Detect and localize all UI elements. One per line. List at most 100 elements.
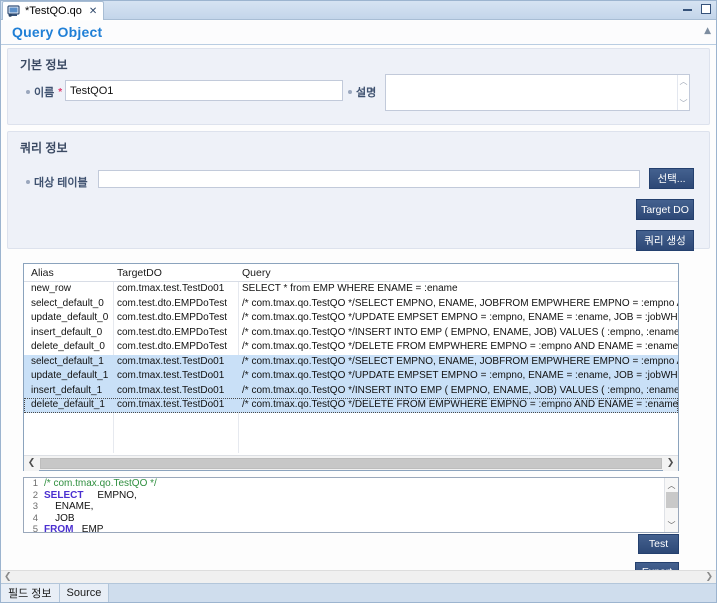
page-title: Query Object [12,24,103,40]
table-horizontal-scrollbar[interactable]: ❮ ❯ [24,455,678,471]
table-row[interactable]: delete_default_0 com.test.dto.EMPDoTest /*… [24,340,678,355]
scroll-right-icon[interactable]: ❯ [705,572,713,582]
table-row[interactable]: insert_default_1 com.tmax.test.TestDo01 /*… [24,383,678,398]
name-input[interactable] [65,80,343,101]
scroll-left-icon[interactable]: ❮ [4,572,12,582]
cell-query: /* com.tmax.qo.TestQO */SELECT EMPNO, EN… [242,355,678,367]
test-button[interactable]: Test [638,534,679,554]
table-row[interactable]: select_default_0 com.test.dto.EMPDoTest /*… [24,297,678,312]
cell-targetdo: com.test.dto.EMPDoTest [117,297,228,309]
table-row[interactable]: delete_default_1 com.tmax.test.TestDo01 /*… [24,398,678,413]
sql-vertical-scrollbar[interactable]: ︿ ﹀ [664,478,678,532]
cell-alias: select_default_0 [31,297,104,309]
query-list-table[interactable]: Alias TargetDO Query new_row com.tmax.tes… [23,263,679,471]
bottom-tab-field-info[interactable]: 필드 정보 [1,584,60,602]
cell-query: /* com.tmax.qo.TestQO */DELETE FROM EMPW… [242,341,678,352]
sql-text: EMPNO, [83,489,137,501]
sql-code[interactable]: /* com.tmax.qo.TestQO */ [44,478,157,489]
table-row[interactable]: update_default_0 com.test.dto.EMPDoTest /*… [24,311,678,326]
sql-comment: /* com.tmax.qo.TestQO */ [44,478,157,489]
description-textarea-wrap: ︿ ﹀ [385,74,690,111]
scroll-up-icon[interactable]: ︿ [680,76,688,87]
cell-targetdo: com.tmax.test.TestDo01 [117,370,225,381]
sql-code[interactable]: ENAME, [44,501,93,512]
sql-code[interactable]: FROM EMP [44,524,104,533]
table-row[interactable]: update_default_1 com.tmax.test.TestDo01 /*… [24,369,678,384]
cell-targetdo: com.tmax.test.TestDo01 [117,283,225,294]
bottom-tab-source[interactable]: Source [59,584,110,602]
cell-query: /* com.tmax.qo.TestQO */DELETE FROM EMPW… [242,399,678,410]
sql-line: 5 FROM EMP [24,524,678,533]
sql-lines: 1/* com.tmax.qo.TestQO */2 SELECT EMPNO, 3… [24,478,678,533]
editor-tab-close-icon[interactable]: ✕ [89,6,97,17]
table-row[interactable]: new_row com.tmax.test.TestDo01 SELECT * fr… [24,282,678,297]
query-info-title: 쿼리 정보 [20,141,68,155]
minimize-icon[interactable] [683,8,692,11]
scroll-thumb[interactable] [665,492,678,508]
target-table-field-label: 대상 테이블 [26,174,88,190]
cell-targetdo: com.tmax.test.TestDo01 [117,399,225,410]
sql-line: 3 ENAME, [24,501,678,513]
cell-alias: insert_default_0 [31,326,103,338]
cell-alias: delete_default_0 [31,341,105,352]
generate-query-button[interactable]: 쿼리 생성 [636,230,694,251]
description-scrollbar[interactable]: ︿ ﹀ [677,75,689,110]
sql-line: 4 JOB [24,513,678,525]
table-row[interactable]: select_default_1 com.tmax.test.TestDo01 /*… [24,354,678,369]
sql-code[interactable]: JOB [44,512,75,524]
editor-tab-label: *TestQO.qo [25,5,82,17]
sql-text: EMP [73,524,104,533]
scroll-left-icon[interactable]: ❮ [24,455,39,471]
sql-preview-editor[interactable]: 1/* com.tmax.qo.TestQO */2 SELECT EMPNO, 3… [23,477,679,533]
editor-tab-testqo[interactable]: *TestQO.qo ✕ [2,1,105,20]
sql-line: 2 SELECT EMPNO, [24,490,678,502]
sql-keyword: SELECT [44,489,84,501]
form-header: Query Object ▲ [1,21,716,45]
page-horizontal-scrollbar[interactable]: ❮ ❯ [1,570,716,583]
sql-text: JOB [44,512,75,524]
select-table-button[interactable]: 선택... [649,168,694,189]
basic-info-section: 기본 정보 이름 * 설명 ︿ ﹀ [7,48,710,125]
line-number: 4 [32,512,38,524]
bullet-icon [26,90,30,94]
bottom-tab-bar: 필드 정보 Source [1,583,716,602]
name-label-text: 이름 [34,87,55,99]
scroll-up-icon[interactable]: ︿ [665,478,679,492]
chevron-up-icon[interactable]: ▲ [704,26,711,36]
line-number: 2 [32,489,38,501]
cell-targetdo: com.tmax.test.TestDo01 [117,355,225,367]
window-controls [683,4,711,14]
cell-query: /* com.tmax.qo.TestQO */SELECT EMPNO, EN… [242,297,678,309]
scroll-right-icon[interactable]: ❯ [663,455,678,471]
scroll-thumb[interactable] [40,457,662,469]
query-info-section: 쿼리 정보 대상 테이블 선택... Target DO 쿼리 생성 [7,131,710,251]
sql-code[interactable]: SELECT EMPNO, [44,490,137,501]
column-header-alias[interactable]: Alias [31,267,54,279]
cell-alias: insert_default_1 [31,384,103,396]
cell-alias: delete_default_1 [31,399,105,410]
table-body: new_row com.tmax.test.TestDo01 SELECT * fr… [24,282,678,413]
target-table-label-text: 대상 테이블 [34,177,88,189]
query-object-editor-window: *TestQO.qo ✕ Query Object ▲ 기본 정보 이름 * 설… [0,0,717,603]
column-header-targetdo[interactable]: TargetDO [117,267,162,279]
table-row[interactable]: insert_default_0 com.test.dto.EMPDoTest /*… [24,326,678,341]
bullet-icon [26,180,30,184]
column-header-query[interactable]: Query [242,267,271,279]
editor-tab-strip: *TestQO.qo ✕ [1,1,716,20]
target-table-input[interactable] [98,170,640,188]
query-object-file-icon [7,4,21,18]
line-number: 5 [32,524,38,533]
scroll-down-icon[interactable]: ﹀ [680,98,688,109]
cell-query: /* com.tmax.qo.TestQO */INSERT INTO EMP … [242,326,678,338]
table-header-row: Alias TargetDO Query [24,264,678,282]
target-do-button[interactable]: Target DO [636,199,694,220]
sql-line: 1 /* com.tmax.qo.TestQO */ [24,478,678,490]
description-textarea[interactable] [385,74,690,111]
cell-alias: update_default_0 [31,312,109,323]
cell-query: SELECT * from EMP WHERE ENAME = :ename [242,283,458,294]
maximize-icon[interactable] [701,4,711,14]
cell-query: /* com.tmax.qo.TestQO */UPDATE EMPSET EM… [242,370,678,381]
name-field-label: 이름 * [26,84,62,100]
scroll-down-icon[interactable]: ﹀ [665,518,679,532]
cell-alias: update_default_1 [31,370,109,381]
